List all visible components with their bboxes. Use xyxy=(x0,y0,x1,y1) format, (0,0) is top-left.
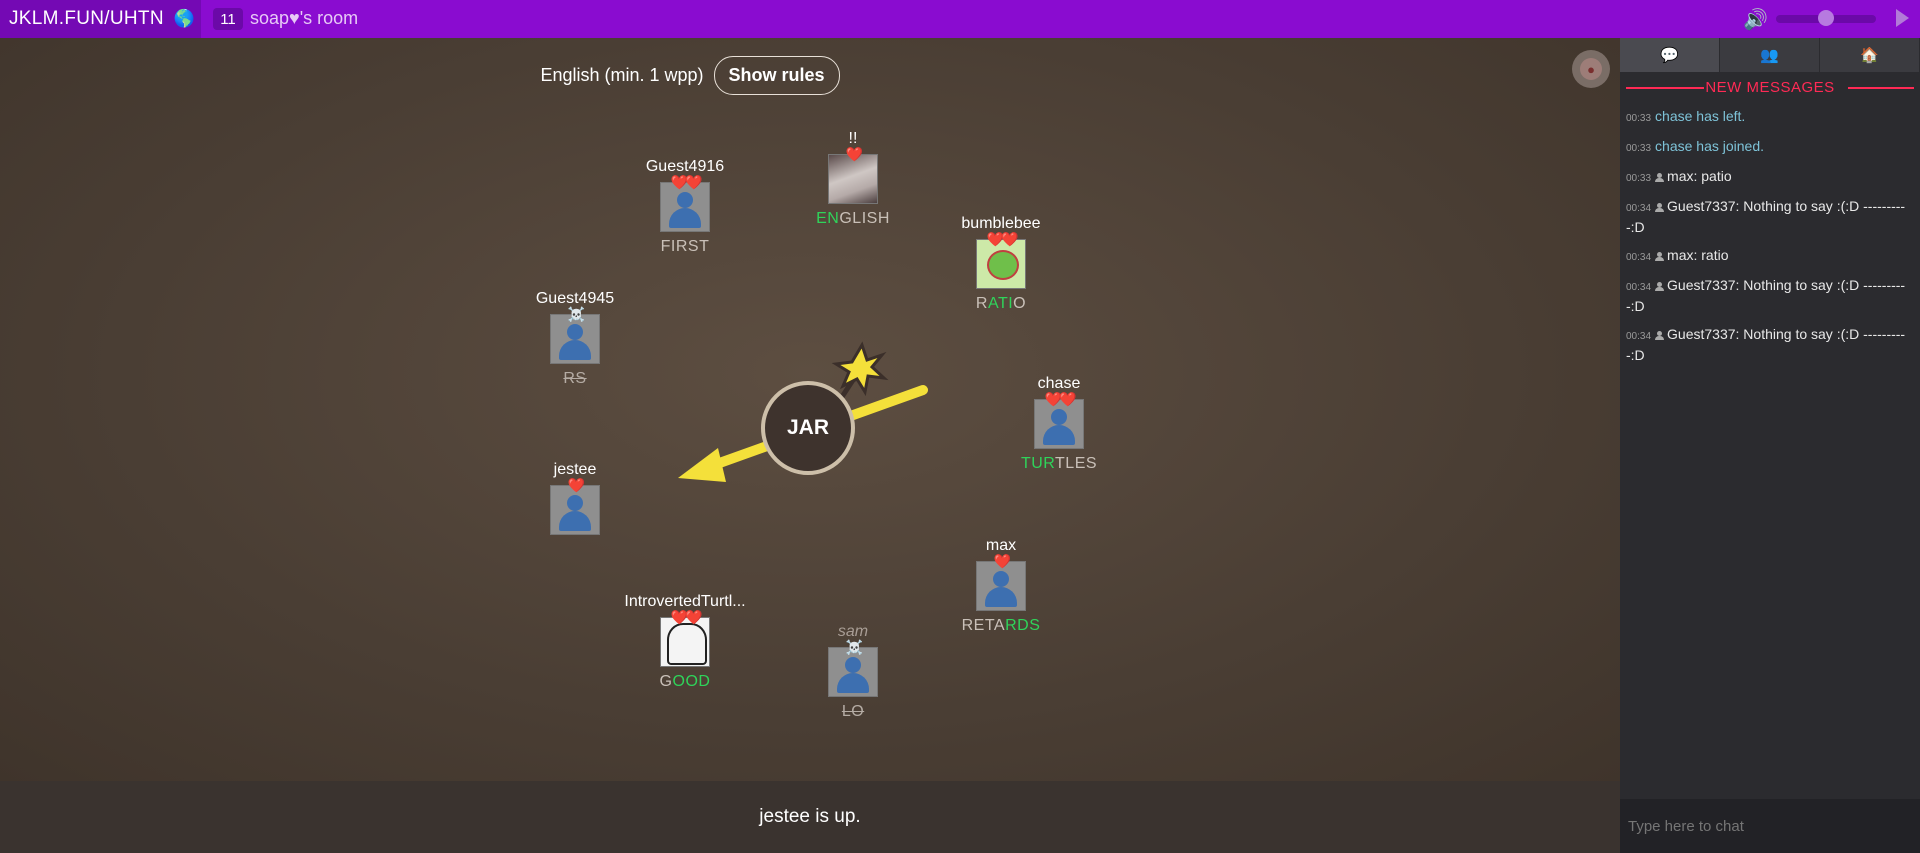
player-card: chase ❤️❤️ TURTLES xyxy=(989,375,1129,473)
heart-icon: ❤️❤️ xyxy=(1044,391,1077,407)
user-icon xyxy=(1655,252,1664,261)
chat-message: 00:34 Guest7337: Nothing to say :(:D ----… xyxy=(1626,198,1906,235)
player-word: TURTLES xyxy=(1020,455,1098,472)
home-icon: 🏠 xyxy=(1860,47,1879,64)
players-icon: 👥 xyxy=(1760,47,1779,64)
tab-room[interactable]: 🏠 xyxy=(1820,38,1920,72)
globe-icon: 🌎 xyxy=(173,9,196,28)
heart-icon: ❤️❤️ xyxy=(670,174,703,190)
player-card: !! ❤️ ENGLISH xyxy=(783,130,923,228)
heart-icon: ❤️ xyxy=(993,553,1011,569)
user-icon xyxy=(1655,173,1664,182)
heart-icon: ❤️❤️ xyxy=(986,231,1019,247)
room-link[interactable]: JKLM.FUN/UHTN 🌎 xyxy=(0,0,201,38)
player-word: LO xyxy=(841,703,865,720)
player-card: IntrovertedTurtl... ❤️❤️ GOOD xyxy=(615,593,755,691)
player-card: Guest4916 ❤️❤️ FIRST xyxy=(615,158,755,256)
turn-status: jestee is up. xyxy=(759,806,861,827)
bomb: JAR xyxy=(761,381,855,475)
chat-message: 00:33 max: patio xyxy=(1626,168,1732,184)
player-card: Guest4945 ☠️ RS xyxy=(505,290,645,388)
chat-message: 00:34 max: ratio xyxy=(1626,247,1729,263)
sidebar-tabs: 💬 👥 🏠 xyxy=(1620,38,1920,72)
message-author[interactable]: Guest7337 xyxy=(1667,326,1736,342)
play-icon[interactable] xyxy=(1896,9,1909,27)
new-messages-divider: NEW MESSAGES xyxy=(1620,72,1920,102)
player-word: GOOD xyxy=(659,673,711,690)
player-card: max ❤️ RETARDS xyxy=(931,537,1071,635)
chat-message: 00:33 chase has left. xyxy=(1626,108,1746,124)
volume-slider-knob[interactable] xyxy=(1818,10,1834,26)
message-author[interactable]: Guest7337 xyxy=(1667,198,1736,214)
message-author[interactable]: max xyxy=(1667,168,1693,184)
player-word: RS xyxy=(563,370,587,387)
player-card: sam ☠️ LO xyxy=(783,623,923,721)
chat-message: 00:34 Guest7337: Nothing to say :(:D ----… xyxy=(1626,326,1906,363)
chat-message: 00:34 Guest7337: Nothing to say :(:D ----… xyxy=(1626,277,1906,314)
player-card: jestee ❤️ xyxy=(505,461,645,535)
message-author[interactable]: Guest7337 xyxy=(1667,277,1736,293)
player-word: RATIO xyxy=(975,295,1027,312)
tab-chat[interactable]: 💬 xyxy=(1620,38,1720,72)
player-word: FIRST xyxy=(660,238,710,255)
heart-icon: ❤️❤️ xyxy=(670,609,703,625)
chat-icon: 💬 xyxy=(1660,47,1679,64)
skull-icon: ☠️ xyxy=(845,639,863,655)
skull-icon: ☠️ xyxy=(567,306,585,322)
player-card: bumblebee ❤️❤️ RATIO xyxy=(931,215,1071,313)
room-code[interactable]: JKLM.FUN/UHTN xyxy=(9,8,164,30)
volume-icon[interactable]: 🔊 xyxy=(1743,7,1768,32)
game-area: English (min. 1 wpp) Show rules ● JAR !!… xyxy=(0,38,1620,781)
top-bar: JKLM.FUN/UHTN 🌎 11 soap♥'s room 🔊 xyxy=(0,0,1920,38)
user-icon xyxy=(1655,203,1664,212)
arrow-head xyxy=(678,448,726,482)
spark-icon xyxy=(831,341,889,397)
chat-message: 00:33 chase has joined. xyxy=(1626,138,1764,154)
heart-icon: ❤️ xyxy=(567,477,585,493)
user-icon xyxy=(1655,331,1664,340)
new-messages-label: NEW MESSAGES xyxy=(1705,78,1835,96)
chat-input[interactable] xyxy=(1620,799,1920,853)
room-name: soap♥'s room xyxy=(250,8,359,28)
chat-log: 00:33 chase has left. 00:33 chase has join… xyxy=(1620,107,1920,365)
player-word: ENGLISH xyxy=(816,210,890,227)
message-author[interactable]: max xyxy=(1667,247,1693,263)
status-bar: jestee is up. xyxy=(0,781,1620,853)
bomb-syllable: JAR xyxy=(786,416,829,439)
tab-players[interactable]: 👥 xyxy=(1720,38,1820,72)
user-icon xyxy=(1655,282,1664,291)
chat-sidebar: 💬 👥 🏠 NEW MESSAGES 00:33 chase has left. … xyxy=(1620,38,1920,853)
player-word: RETARDS xyxy=(961,617,1041,634)
player-count-badge: 11 xyxy=(213,8,243,30)
heart-icon: ❤️ xyxy=(845,146,863,162)
